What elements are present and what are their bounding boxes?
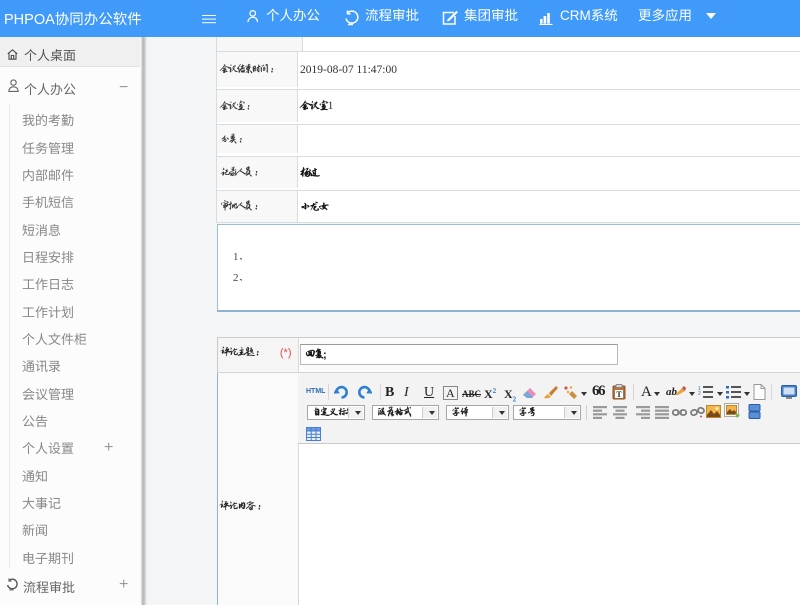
svg-text:2: 2 <box>698 391 701 397</box>
svg-text:T: T <box>616 390 622 399</box>
